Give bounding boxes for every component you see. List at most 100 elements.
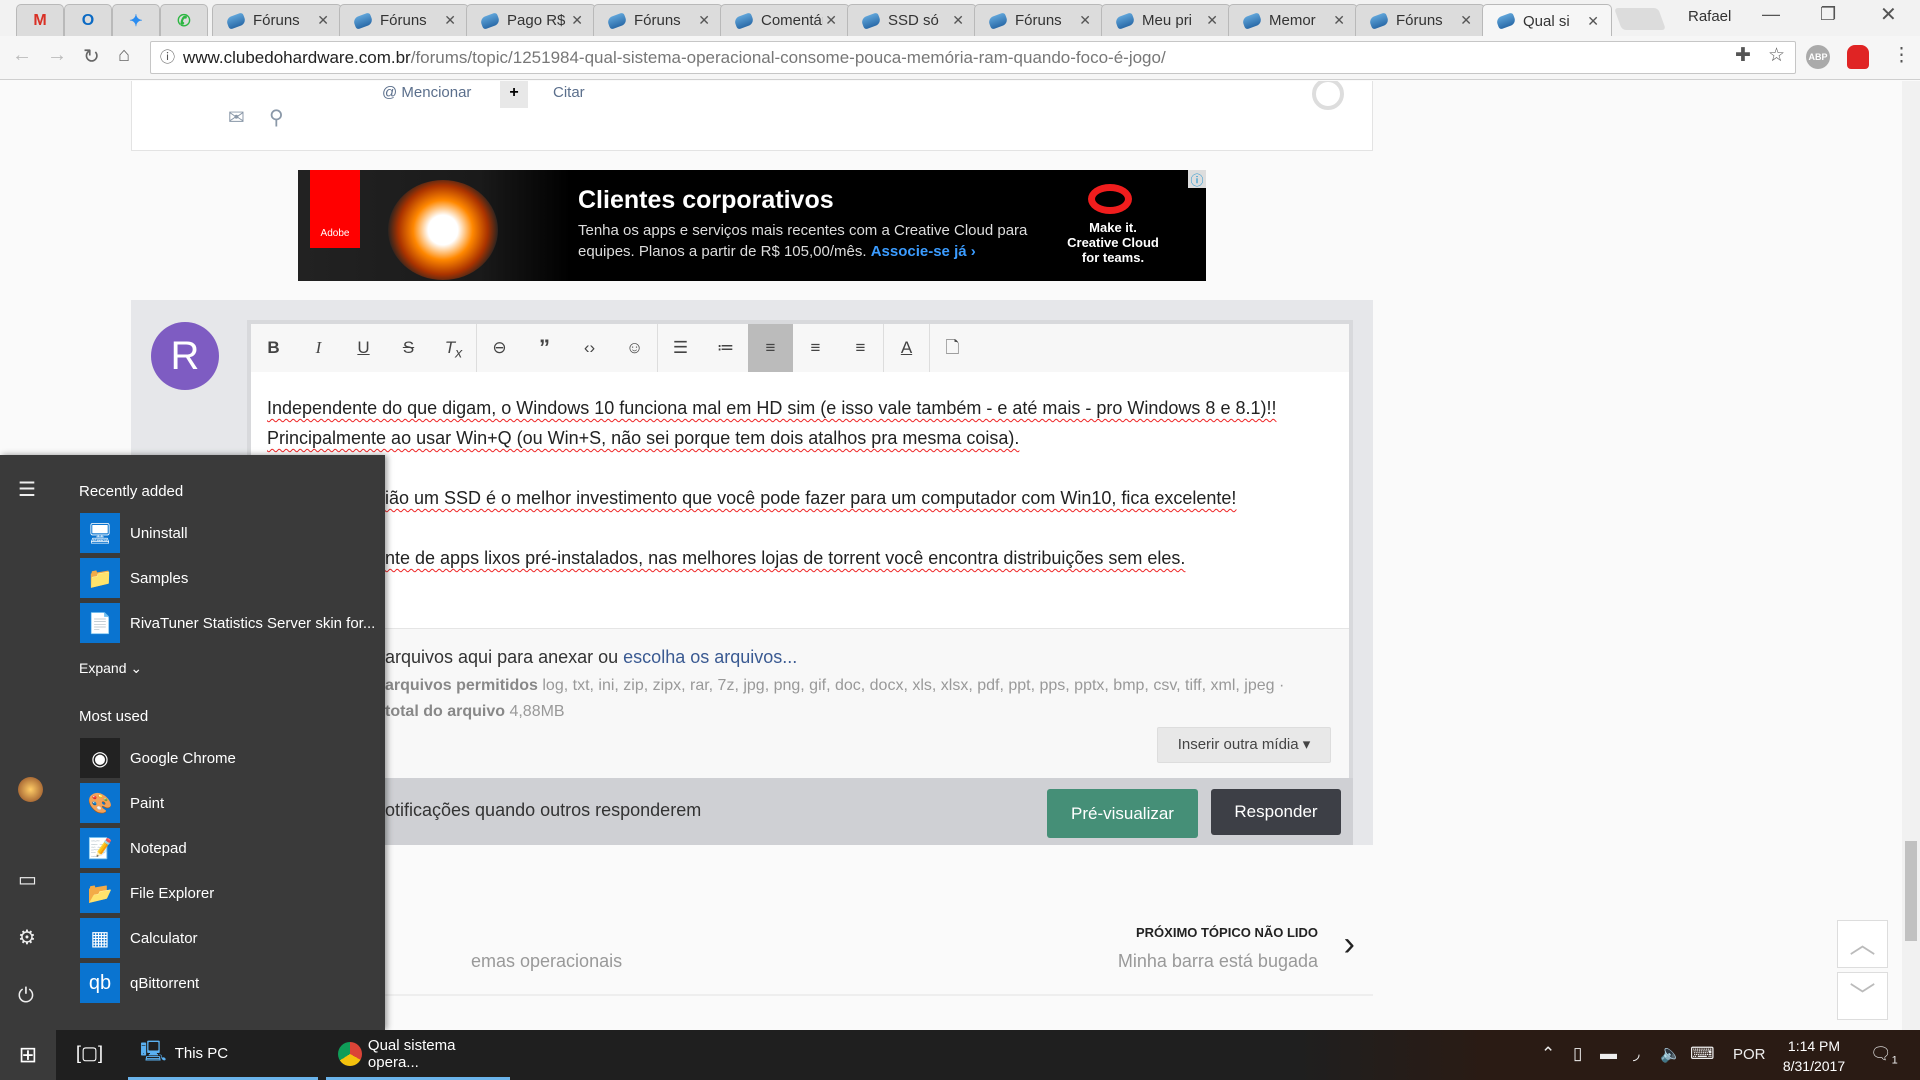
pinned-tab-outlook[interactable]: O bbox=[64, 4, 112, 36]
submit-reply-button[interactable]: Responder bbox=[1211, 789, 1341, 835]
start-menu-item[interactable]: ▦ Calculator bbox=[80, 918, 198, 958]
task-view-icon[interactable]: [▢] bbox=[76, 1043, 103, 1064]
browser-tab[interactable]: Comentários✕ bbox=[720, 4, 850, 36]
start-menu-item[interactable]: 📝 Notepad bbox=[80, 828, 187, 868]
mention-link[interactable]: @ Mencionar bbox=[382, 84, 471, 101]
scrollbar-thumb[interactable] bbox=[1905, 841, 1917, 941]
minimize-button[interactable]: — bbox=[1762, 4, 1780, 25]
strikethrough-icon[interactable]: S bbox=[386, 324, 431, 372]
wifi-icon[interactable]: ◞ bbox=[1633, 1044, 1640, 1064]
close-tab-icon[interactable]: ✕ bbox=[571, 12, 583, 29]
editor-text-area[interactable]: Independente do que digam, o Windows 10 … bbox=[251, 372, 1349, 628]
vpn-lock-icon[interactable] bbox=[1847, 45, 1869, 69]
browser-tab[interactable]: Fóruns ✕ bbox=[339, 4, 469, 36]
profile-name[interactable]: Rafael bbox=[1688, 8, 1731, 25]
chevron-right-icon[interactable]: › bbox=[1344, 925, 1355, 964]
browser-tab[interactable]: Fóruns ✕ bbox=[212, 4, 342, 36]
show-hidden-icons[interactable]: ⌃ bbox=[1541, 1044, 1555, 1064]
power-icon[interactable]: ⏻ bbox=[18, 985, 34, 1008]
action-circle-icon[interactable] bbox=[1312, 81, 1344, 110]
restore-button[interactable]: ❐ bbox=[1820, 4, 1836, 25]
italic-icon[interactable]: I bbox=[296, 324, 341, 372]
browser-tab[interactable]: Fóruns ✕ bbox=[593, 4, 723, 36]
close-tab-icon[interactable]: ✕ bbox=[698, 12, 710, 29]
browser-tab[interactable]: Qual si ✕ bbox=[1482, 4, 1612, 37]
mail-icon[interactable]: ✉ bbox=[228, 105, 245, 130]
home-button[interactable]: ⌂ bbox=[118, 44, 130, 67]
preview-source-icon[interactable]: 🗋 bbox=[930, 324, 975, 372]
close-window-button[interactable]: ✕ bbox=[1880, 2, 1897, 27]
expand-button[interactable]: Expand ⌄ bbox=[79, 660, 142, 677]
emoji-icon[interactable]: ☺ bbox=[612, 324, 657, 372]
quote-icon[interactable]: ” bbox=[522, 324, 567, 372]
forward-button[interactable]: → bbox=[47, 44, 67, 67]
extension-blocked-icon[interactable]: ✚ bbox=[1735, 44, 1751, 67]
usb-icon[interactable]: ▯ bbox=[1573, 1044, 1582, 1064]
browser-tab[interactable]: Fóruns ✕ bbox=[974, 4, 1104, 36]
close-tab-icon[interactable]: ✕ bbox=[1333, 12, 1345, 29]
settings-gear-icon[interactable]: ⚙ bbox=[18, 925, 36, 950]
action-center-icon[interactable]: 🗨1 bbox=[1870, 1044, 1898, 1066]
browser-tab[interactable]: Pago R$ ✕ bbox=[466, 4, 596, 36]
address-bar[interactable]: ⓘ www.clubedohardware.com.br/forums/topi… bbox=[150, 41, 1796, 74]
close-tab-icon[interactable]: ✕ bbox=[1460, 12, 1472, 29]
numbered-list-icon[interactable]: ≔ bbox=[703, 324, 748, 372]
start-menu-item[interactable]: 📄 RivaTuner Statistics Server skin for... bbox=[80, 603, 375, 643]
preview-button[interactable]: Pré-visualizar bbox=[1047, 789, 1198, 838]
browser-tab[interactable]: SSD só ✕ bbox=[847, 4, 977, 36]
ad-banner[interactable]: Adobe Clientes corporativos Tenha os app… bbox=[298, 170, 1206, 281]
ad-info-icon[interactable]: ⓘ bbox=[1188, 170, 1206, 188]
start-menu-item[interactable]: 🖥 Uninstall bbox=[80, 513, 188, 553]
close-tab-icon[interactable]: ✕ bbox=[825, 12, 837, 29]
text-color-icon[interactable]: A bbox=[884, 324, 929, 372]
insert-media-button[interactable]: Inserir outra mídia ▾ bbox=[1157, 727, 1331, 763]
pinned-tab-messenger[interactable]: ✦ bbox=[112, 4, 160, 36]
code-icon[interactable]: ‹› bbox=[567, 324, 612, 372]
pinned-tab-whatsapp[interactable]: ✆ bbox=[160, 4, 208, 36]
volume-icon[interactable]: 🔈 bbox=[1660, 1044, 1681, 1064]
multiquote-button[interactable]: + bbox=[500, 81, 528, 108]
choose-files-link[interactable]: escolha os arquivos... bbox=[623, 647, 797, 667]
new-tab-button[interactable] bbox=[1613, 8, 1667, 30]
taskbar-this-pc[interactable]: 🖳 This PC bbox=[128, 1030, 318, 1080]
close-tab-icon[interactable]: ✕ bbox=[317, 12, 329, 29]
taskbar-chrome[interactable]: Qual sistema opera... bbox=[326, 1030, 510, 1080]
next-topic-title[interactable]: Minha barra está bugada bbox=[1118, 951, 1318, 972]
reload-button[interactable]: ↻ bbox=[83, 44, 100, 69]
keyboard-icon[interactable]: ⌨ bbox=[1690, 1044, 1715, 1064]
info-icon[interactable]: ⓘ bbox=[160, 42, 175, 73]
close-tab-icon[interactable]: ✕ bbox=[1206, 12, 1218, 29]
battery-icon[interactable]: ▬ bbox=[1600, 1044, 1617, 1064]
browser-tab[interactable]: Fóruns ✕ bbox=[1355, 4, 1485, 36]
scroll-bottom-button[interactable]: ﹀ bbox=[1837, 972, 1888, 1020]
close-tab-icon[interactable]: ✕ bbox=[952, 12, 964, 29]
scroll-top-button[interactable]: ︿ bbox=[1837, 920, 1888, 968]
close-tab-icon[interactable]: ✕ bbox=[1587, 13, 1599, 30]
notify-label[interactable]: otificações quando outros responderem bbox=[385, 800, 701, 821]
underline-icon[interactable]: U bbox=[341, 324, 386, 372]
bold-icon[interactable]: B bbox=[251, 324, 296, 372]
align-center-icon[interactable]: ≡ bbox=[793, 324, 838, 372]
start-menu-item[interactable]: 🎨 Paint bbox=[80, 783, 164, 823]
language-indicator[interactable]: POR bbox=[1733, 1046, 1766, 1063]
align-left-icon[interactable]: ≡ bbox=[748, 324, 793, 372]
adblock-plus-icon[interactable]: ABP bbox=[1806, 45, 1830, 69]
search-icon[interactable]: ⚲ bbox=[269, 105, 284, 130]
clock[interactable]: 1:14 PM 8/31/2017 bbox=[1775, 1036, 1853, 1076]
bookmark-star-icon[interactable]: ☆ bbox=[1768, 44, 1785, 67]
close-tab-icon[interactable]: ✕ bbox=[1079, 12, 1091, 29]
align-right-icon[interactable]: ≡ bbox=[838, 324, 883, 372]
previous-topic-title[interactable]: emas operacionais bbox=[471, 951, 622, 972]
browser-tab[interactable]: Meu pri ✕ bbox=[1101, 4, 1231, 36]
attachment-area[interactable]: arquivos aqui para anexar ou escolha os … bbox=[251, 628, 1349, 782]
start-menu-item[interactable]: qb qBittorrent bbox=[80, 963, 199, 1003]
scrollbar[interactable] bbox=[1902, 81, 1920, 1030]
start-button[interactable]: ⊞ bbox=[0, 1030, 56, 1080]
start-menu-item[interactable]: 📁 Samples bbox=[80, 558, 188, 598]
start-menu-item[interactable]: ◉ Google Chrome bbox=[80, 738, 236, 778]
browser-tab[interactable]: Memor ✕ bbox=[1228, 4, 1358, 36]
hamburger-menu-icon[interactable]: ☰ bbox=[18, 477, 36, 502]
start-menu-item[interactable]: 📂 File Explorer bbox=[80, 873, 214, 913]
documents-icon[interactable]: ▭ bbox=[18, 867, 37, 892]
bullet-list-icon[interactable]: ☰ bbox=[658, 324, 703, 372]
